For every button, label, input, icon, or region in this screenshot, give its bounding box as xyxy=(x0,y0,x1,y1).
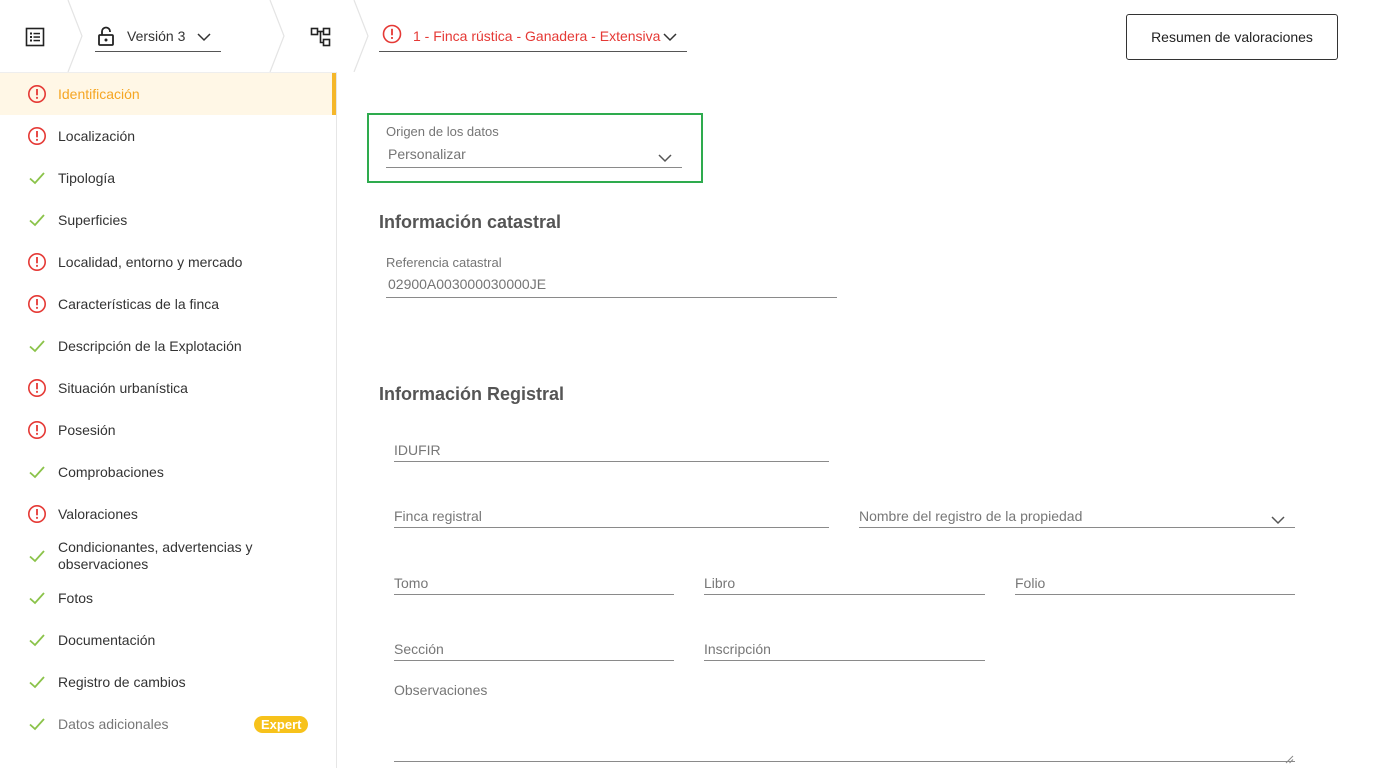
asset-selector[interactable]: 1 - Finca rústica - Ganadera - Extensiva xyxy=(379,20,687,52)
breadcrumb-separator-icon xyxy=(268,0,288,72)
idufir-field[interactable]: IDUFIR xyxy=(394,442,441,458)
warning-icon xyxy=(382,24,402,47)
sidebar-item-label: Situación urbanística xyxy=(58,379,188,396)
top-bar: Versión 3 1 - Finca rústica - Ganadera -… xyxy=(0,0,1352,72)
cadastral-section-title: Información catastral xyxy=(379,212,562,232)
registry-name-select[interactable]: Nombre del registro de la propiedad xyxy=(859,508,1082,524)
breadcrumb-separator-icon xyxy=(352,0,372,72)
sidebar-item[interactable]: Fotos xyxy=(0,577,336,619)
sidebar-item-label: Registro de cambios xyxy=(58,673,186,690)
observaciones-underline xyxy=(394,761,1295,762)
chevron-down-icon[interactable] xyxy=(658,150,672,166)
check-icon xyxy=(27,714,47,734)
check-icon xyxy=(27,546,47,566)
sidebar-item[interactable]: Condicionantes, advertencias y observaci… xyxy=(0,535,336,577)
section-sidebar: Identificación Localización Tipología Super… xyxy=(0,72,337,768)
sidebar-item-label: Comprobaciones xyxy=(58,463,164,480)
sidebar-item-label: Valoraciones xyxy=(58,505,138,522)
warning-icon xyxy=(27,420,47,440)
finca-registral-underline xyxy=(394,527,829,528)
summary-valuations-button[interactable]: Resumen de valoraciones xyxy=(1126,14,1338,60)
sidebar-item[interactable]: Superficies xyxy=(0,199,336,241)
asset-label: 1 - Finca rústica - Ganadera - Extensiva xyxy=(413,27,661,44)
cadastral-ref-underline xyxy=(386,297,837,298)
check-icon xyxy=(27,210,47,230)
sidebar-item[interactable]: Características de la finca xyxy=(0,283,336,325)
origin-underline xyxy=(386,167,682,168)
cadastral-ref-field[interactable]: 02900A003000030000JE xyxy=(388,276,546,292)
seccion-field[interactable]: Sección xyxy=(394,641,444,657)
version-selector[interactable]: Versión 3 xyxy=(95,20,221,52)
registry-section-title: Información Registral xyxy=(379,384,565,404)
check-icon xyxy=(27,672,47,692)
expert-badge: Expert xyxy=(254,716,309,733)
hierarchy-icon[interactable] xyxy=(310,26,332,48)
chevron-down-icon[interactable] xyxy=(1271,512,1285,528)
sidebar-item[interactable]: Registro de cambios xyxy=(0,661,336,703)
unlocked-icon xyxy=(97,25,115,47)
warning-icon xyxy=(27,84,47,104)
observaciones-textarea[interactable]: Observaciones xyxy=(394,682,487,698)
chevron-down-icon xyxy=(197,29,211,45)
sidebar-item[interactable]: Valoraciones xyxy=(0,493,336,535)
sidebar-item-label: Localización xyxy=(58,127,136,144)
sidebar-item-label: Características de la finca xyxy=(58,295,220,312)
warning-icon xyxy=(27,252,47,272)
sidebar-item[interactable]: Datos adicionales Expert xyxy=(0,703,336,745)
sidebar-item-label: Superficies xyxy=(58,211,128,228)
sidebar-item[interactable]: Posesión xyxy=(0,409,336,451)
check-icon xyxy=(27,588,47,608)
check-icon xyxy=(27,630,47,650)
sidebar-item-label: Datos adicionales xyxy=(58,715,169,732)
chevron-down-icon xyxy=(663,29,677,45)
breadcrumb-separator-icon xyxy=(66,0,86,72)
sidebar-item-label: Posesión xyxy=(58,421,116,438)
warning-icon xyxy=(27,378,47,398)
check-icon xyxy=(27,336,47,356)
sidebar-item[interactable]: Situación urbanística xyxy=(0,367,336,409)
seccion-underline xyxy=(394,660,674,661)
warning-icon xyxy=(27,294,47,314)
inscripcion-underline xyxy=(704,660,985,661)
inscripcion-field[interactable]: Inscripción xyxy=(704,641,771,657)
sidebar-item-label: Documentación xyxy=(58,631,156,648)
warning-icon xyxy=(27,126,47,146)
cadastral-ref-label: Referencia catastral xyxy=(386,255,502,270)
origin-label: Origen de los datos xyxy=(386,124,499,139)
warning-icon xyxy=(27,504,47,524)
sidebar-item[interactable]: Descripción de la Explotación xyxy=(0,325,336,367)
tomo-underline xyxy=(394,594,674,595)
sidebar-item-label: Identificación xyxy=(58,85,140,102)
sidebar-item-label: Tipología xyxy=(58,169,116,186)
version-label: Versión 3 xyxy=(127,27,186,44)
registry-name-underline xyxy=(859,527,1295,528)
sidebar-item-label: Localidad, entorno y mercado xyxy=(58,253,243,270)
tomo-field[interactable]: Tomo xyxy=(394,575,428,591)
libro-field[interactable]: Libro xyxy=(704,575,735,591)
sidebar-item[interactable]: Tipología xyxy=(0,157,336,199)
idufir-underline xyxy=(394,461,829,462)
libro-underline xyxy=(704,594,985,595)
sidebar-item[interactable]: Identificación xyxy=(0,73,336,115)
sidebar-item-label: Fotos xyxy=(58,589,94,606)
folio-underline xyxy=(1015,594,1295,595)
finca-registral-field[interactable]: Finca registral xyxy=(394,508,482,524)
sidebar-item[interactable]: Localidad, entorno y mercado xyxy=(0,241,336,283)
origin-select[interactable]: Personalizar xyxy=(388,146,466,162)
folio-field[interactable]: Folio xyxy=(1015,575,1045,591)
sidebar-item[interactable]: Localización xyxy=(0,115,336,157)
sidebar-item[interactable]: Documentación xyxy=(0,619,336,661)
list-menu-icon[interactable] xyxy=(24,26,46,48)
sidebar-item-label: Condicionantes, advertencias y observaci… xyxy=(58,539,253,572)
sidebar-item[interactable]: Comprobaciones xyxy=(0,451,336,493)
resize-handle-icon[interactable] xyxy=(1285,751,1294,767)
identification-form: Origen de los datos Personalizar Informa… xyxy=(338,72,1352,768)
check-icon xyxy=(27,168,47,188)
check-icon xyxy=(27,462,47,482)
sidebar-item-label: Descripción de la Explotación xyxy=(58,337,242,354)
